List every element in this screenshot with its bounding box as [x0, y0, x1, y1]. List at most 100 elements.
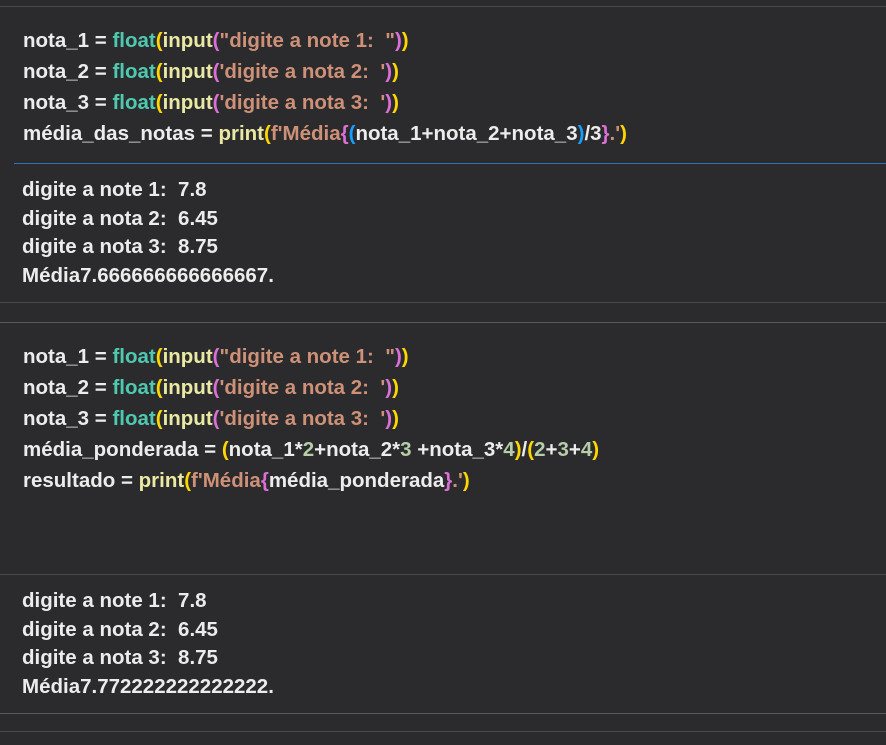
- code-token: float: [112, 29, 156, 52]
- code-token: input: [162, 60, 213, 83]
- code-token: .': [452, 469, 463, 492]
- code-token: f'Média: [270, 122, 341, 145]
- code-token: ): [394, 345, 402, 368]
- code-token: média_das_notas: [23, 122, 196, 145]
- code-token: nota_1: [23, 345, 90, 368]
- code-token: }: [601, 122, 610, 145]
- output-line: Média7.772222222222222.: [22, 674, 274, 698]
- code-token: print: [138, 469, 185, 492]
- top-divider: [0, 6, 886, 7]
- output-line: digite a nota 3: 8.75: [22, 235, 218, 258]
- code-token: 2: [302, 438, 315, 461]
- output-cell-1: digite a note 1: 7.8 digite a nota 2: 6.4…: [22, 176, 274, 290]
- code-token: =: [89, 91, 113, 114]
- code-token: f'Média: [191, 469, 261, 492]
- code-token: nota_3: [23, 407, 90, 430]
- code-token: (: [155, 91, 163, 114]
- code-token: nota_1+nota_2+nota_3: [355, 122, 578, 145]
- code-token: (: [155, 29, 163, 52]
- code-token: média_ponderada: [268, 469, 445, 492]
- code-token: (: [184, 469, 192, 492]
- code-token: ): [392, 376, 399, 399]
- code-token: input: [162, 91, 213, 114]
- code-token: =: [115, 469, 139, 492]
- code-token: 2: [534, 438, 546, 461]
- code-token: float: [112, 345, 156, 368]
- code-token: ): [620, 122, 627, 145]
- bottom-divider: [0, 731, 886, 732]
- code-cell-2[interactable]: nota_1 = float(input("digite a note 1: "…: [23, 341, 599, 496]
- code-token: +nota_3*: [411, 438, 504, 461]
- code-token: =: [89, 60, 113, 83]
- code-token: 'digite a nota 2: ': [219, 376, 386, 399]
- code-token: =: [89, 29, 113, 52]
- code-token: input: [162, 407, 213, 430]
- code-token: "digite a note 1: ": [219, 345, 395, 368]
- cell-2-bottom-divider: [0, 713, 886, 714]
- code-token: nota_2: [23, 60, 90, 83]
- code-token: {: [340, 122, 349, 145]
- code-line[interactable]: média_ponderada = (nota_1*2+nota_2*3 +no…: [23, 434, 599, 465]
- code-line[interactable]: nota_2 = float(input('digite a nota 2: '…: [23, 56, 627, 87]
- output-line: digite a note 1: 7.8: [22, 178, 207, 201]
- code-token: ): [394, 29, 402, 52]
- code-token: input: [162, 376, 213, 399]
- code-line[interactable]: nota_1 = float(input("digite a note 1: "…: [23, 25, 627, 56]
- code-token: float: [112, 376, 156, 399]
- code-token: print: [218, 122, 264, 145]
- code-token: nota_1: [23, 29, 90, 52]
- code-token: 'digite a nota 2: ': [219, 60, 386, 83]
- code-line[interactable]: nota_3 = float(input('digite a nota 3: '…: [23, 403, 599, 434]
- code-token: float: [112, 91, 156, 114]
- code-token: +: [568, 438, 581, 461]
- code-token: /3: [584, 122, 602, 145]
- code-token: {: [260, 469, 269, 492]
- code-token: nota_1*: [228, 438, 303, 461]
- code-token: 'digite a nota 3: ': [219, 91, 386, 114]
- code-token: =: [89, 345, 113, 368]
- output-line: digite a nota 3: 8.75: [22, 646, 218, 669]
- code-token: input: [162, 345, 213, 368]
- code-token: float: [112, 60, 156, 83]
- code-token: 4: [503, 438, 515, 461]
- code-token: 'digite a nota 3: ': [219, 407, 386, 430]
- code-token: (: [155, 376, 163, 399]
- code-token: ): [514, 438, 522, 461]
- code-token: ): [392, 60, 399, 83]
- code-token: =: [89, 376, 113, 399]
- cell-2-top-divider: [0, 322, 886, 323]
- output-line: digite a note 1: 7.8: [22, 589, 207, 612]
- code-line[interactable]: nota_1 = float(input("digite a note 1: "…: [23, 341, 599, 372]
- code-token: nota_3: [23, 91, 90, 114]
- code-token: (: [155, 407, 163, 430]
- code-line[interactable]: nota_2 = float(input('digite a nota 2: '…: [23, 372, 599, 403]
- code-token: resultado: [23, 469, 116, 492]
- code-token: 4: [580, 438, 593, 461]
- code-token: 3: [400, 438, 412, 461]
- code-token: ): [401, 29, 409, 52]
- code-token: (: [155, 345, 163, 368]
- cell-1-bottom-divider: [0, 302, 886, 303]
- code-line[interactable]: resultado = print(f'Média{média_ponderad…: [23, 465, 599, 496]
- code-token: input: [162, 29, 213, 52]
- code-token: =: [89, 407, 113, 430]
- output-line: Média7.666666666666667.: [22, 263, 274, 287]
- code-token: 3: [557, 438, 569, 461]
- cell-2-output-divider: [0, 574, 886, 575]
- code-token: (: [221, 438, 229, 461]
- code-token: .': [609, 122, 621, 145]
- output-line: digite a nota 2: 6.45: [22, 206, 218, 230]
- output-line: digite a nota 2: 6.45: [22, 617, 218, 641]
- code-token: (: [155, 60, 163, 83]
- code-token: (: [263, 122, 271, 145]
- code-line[interactable]: média_das_notas = print(f'Média{(nota_1+…: [23, 118, 627, 149]
- code-token: ): [392, 407, 399, 430]
- cell-1-output-divider: [14, 163, 886, 164]
- code-line[interactable]: nota_3 = float(input('digite a nota 3: '…: [23, 87, 627, 118]
- code-token: média_ponderada: [23, 438, 199, 461]
- code-token: ): [392, 91, 399, 114]
- code-token: nota_2: [23, 376, 90, 399]
- code-token: float: [112, 407, 156, 430]
- code-cell-1[interactable]: nota_1 = float(input("digite a note 1: "…: [23, 25, 627, 149]
- code-token: ): [462, 469, 470, 492]
